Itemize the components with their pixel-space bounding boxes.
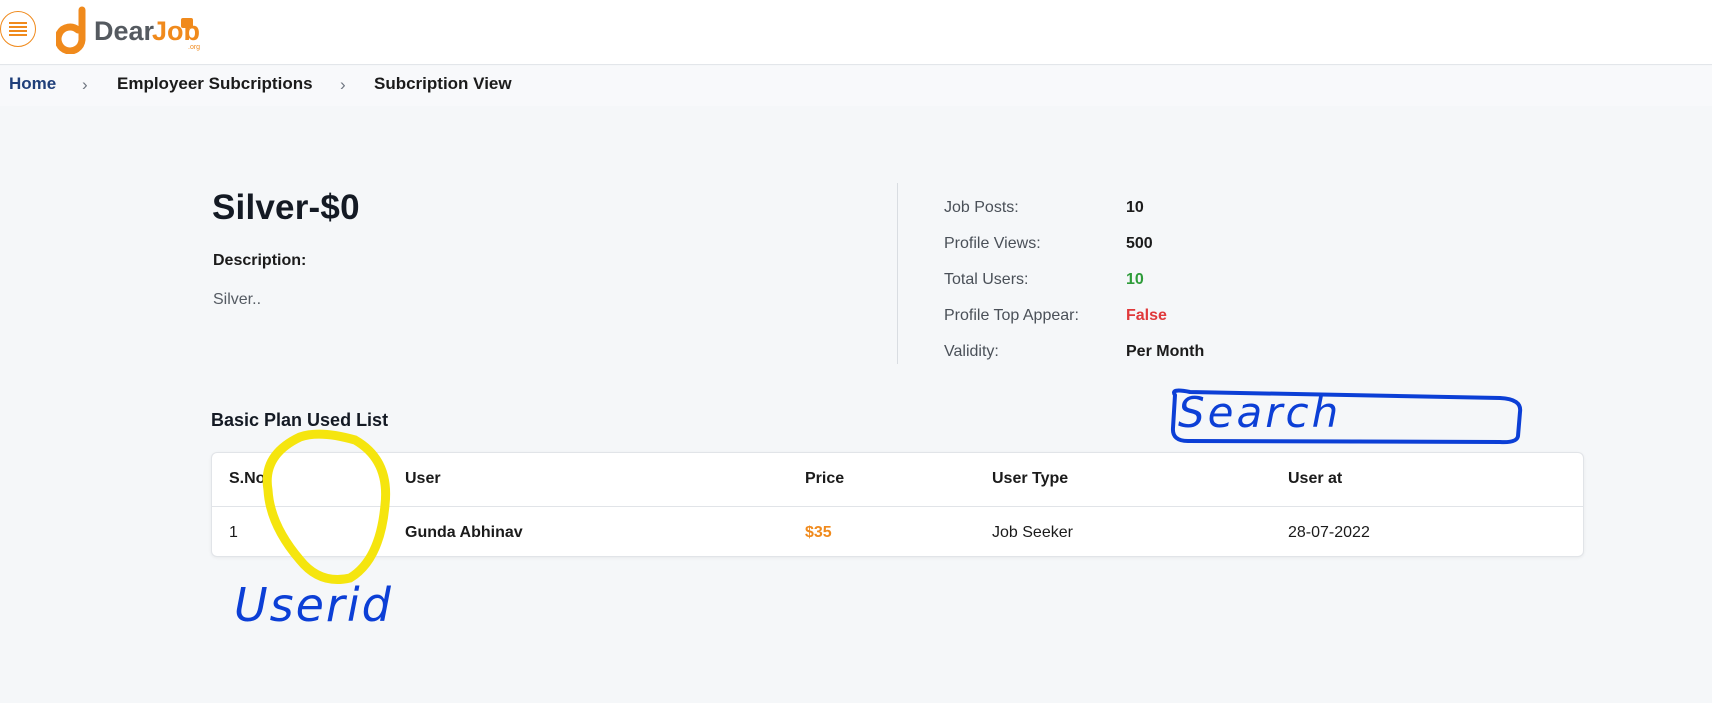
- validity-label: Validity:: [944, 343, 999, 360]
- dearjob-logo[interactable]: Dear Job .org: [54, 4, 206, 55]
- description-label: Description:: [213, 252, 307, 269]
- svg-text:Dear: Dear: [94, 16, 155, 46]
- table-header-row: S.No User Price User Type User at: [212, 453, 1583, 507]
- total-users-value: 10: [1126, 271, 1144, 288]
- table-cell-user[interactable]: Gunda Abhinav: [405, 524, 523, 542]
- column-header-user-type[interactable]: User Type: [992, 470, 1068, 488]
- table-cell-user-at: 28-07-2022: [1288, 524, 1370, 541]
- table-cell-user-type: Job Seeker: [992, 524, 1073, 541]
- plan-users-table: S.No User Price User Type User at 1 Gund…: [211, 452, 1584, 557]
- profile-top-appear-value: False: [1126, 307, 1167, 324]
- description-value: Silver..: [213, 291, 262, 308]
- total-users-label: Total Users:: [944, 271, 1029, 288]
- breadcrumb-employer-subscriptions-link[interactable]: Employeer Subcriptions: [117, 74, 313, 94]
- job-posts-label: Job Posts:: [944, 199, 1019, 216]
- validity-value: Per Month: [1126, 343, 1205, 360]
- hamburger-menu-icon[interactable]: [0, 11, 36, 47]
- profile-views-value: 500: [1126, 235, 1153, 252]
- column-header-sno[interactable]: S.No: [229, 470, 265, 488]
- vertical-divider: [897, 183, 898, 364]
- chevron-right-icon: ›: [82, 75, 88, 94]
- job-posts-value: 10: [1126, 199, 1144, 216]
- table-cell-sno: 1: [229, 524, 238, 541]
- chevron-right-icon: ›: [340, 75, 346, 94]
- top-navbar: Dear Job .org: [0, 0, 1712, 65]
- breadcrumb: Home › Employeer Subcriptions › Subcript…: [0, 66, 1712, 106]
- table-cell-price: $35: [805, 524, 832, 541]
- userid-annotation-text: Userid: [234, 578, 393, 632]
- column-header-user-at[interactable]: User at: [1288, 470, 1342, 488]
- breadcrumb-current: Subcription View: [374, 74, 512, 93]
- svg-text:.org: .org: [188, 44, 200, 51]
- search-annotation-text: Search: [1178, 388, 1342, 437]
- profile-top-appear-label: Profile Top Appear:: [944, 307, 1079, 324]
- column-header-price[interactable]: Price: [805, 470, 844, 488]
- column-header-user[interactable]: User: [405, 470, 441, 488]
- breadcrumb-home-link[interactable]: Home: [9, 74, 56, 94]
- basic-plan-used-list-title: Basic Plan Used List: [211, 410, 389, 430]
- plan-title: Silver-$0: [212, 188, 360, 227]
- profile-views-label: Profile Views:: [944, 235, 1041, 252]
